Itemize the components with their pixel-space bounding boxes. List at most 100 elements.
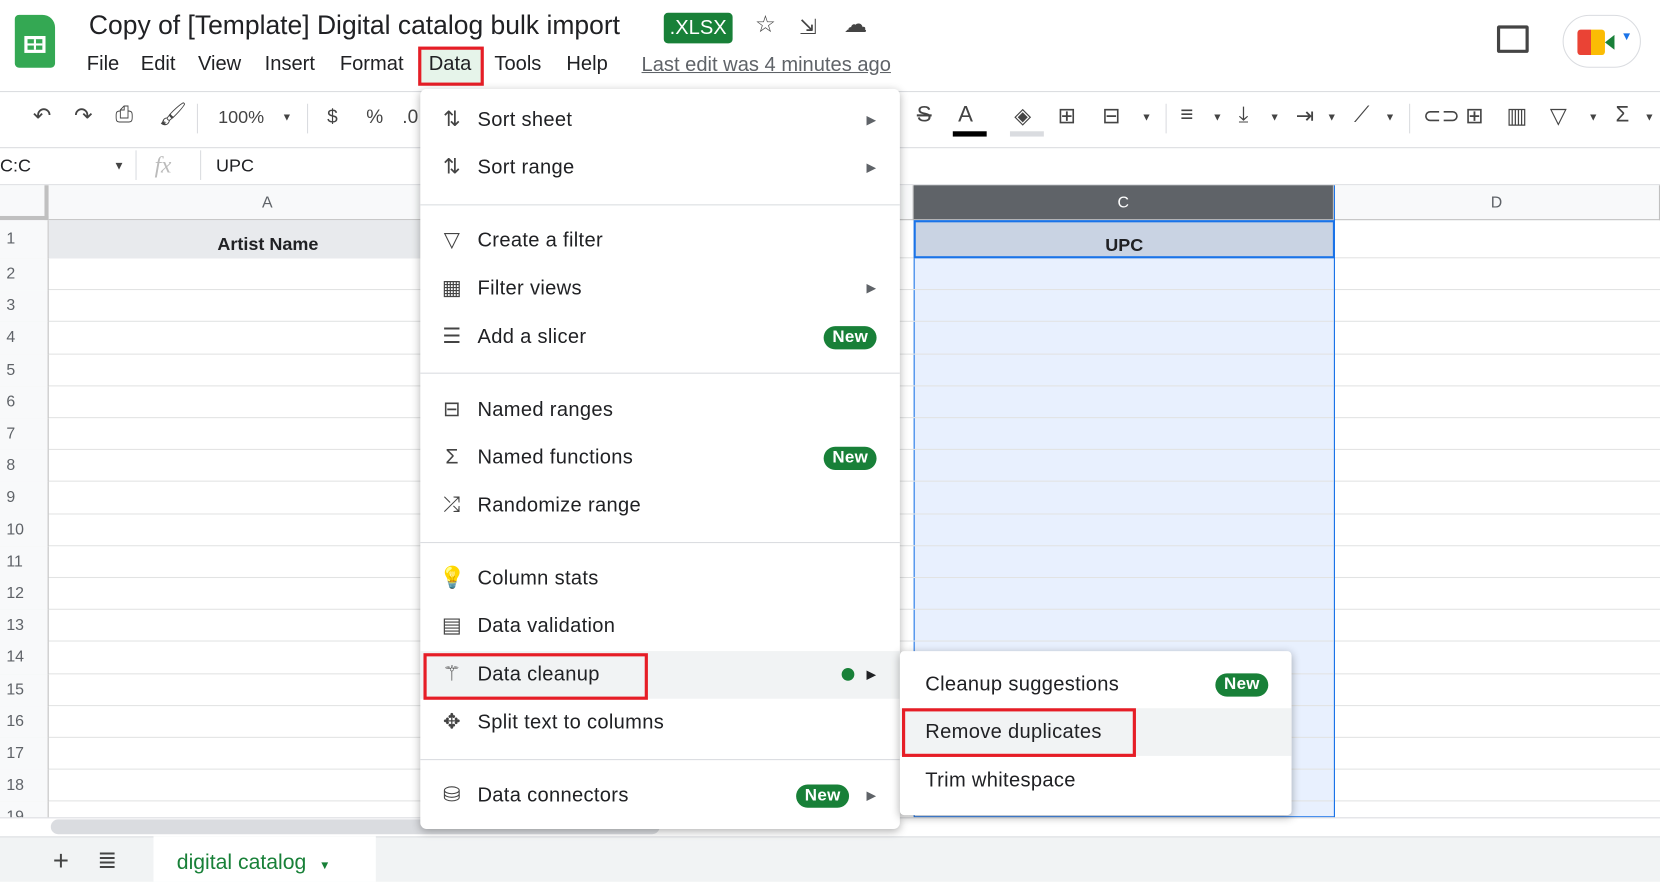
zoom-select[interactable]: 100%	[218, 107, 264, 128]
menu-data[interactable]: Data	[429, 53, 471, 76]
cell-c1[interactable]: UPC	[913, 220, 1335, 259]
submenu-item-cleanup-suggestions[interactable]: Cleanup suggestions New	[900, 661, 1292, 709]
row-header[interactable]: 8	[0, 450, 49, 483]
menu-file[interactable]: File	[87, 53, 119, 76]
text-color-swatch	[952, 131, 987, 137]
menu-item-sort-sheet[interactable]: ⇅ Sort sheet ▶	[420, 96, 900, 144]
formula-input[interactable]: UPC	[216, 156, 254, 177]
row-header[interactable]: 9	[0, 482, 49, 515]
meet-icon	[1577, 29, 1605, 56]
chevron-down-icon[interactable]: ▼	[282, 112, 292, 124]
add-sheet-icon[interactable]: +	[53, 845, 69, 878]
merge-cells-icon[interactable]: ⊟	[1102, 103, 1121, 129]
sheets-logo[interactable]	[14, 14, 56, 68]
percent-button[interactable]: %	[366, 106, 383, 128]
row-header[interactable]: 13	[0, 609, 49, 642]
column-header-c[interactable]: C	[913, 185, 1334, 221]
document-title[interactable]: Copy of [Template] Digital catalog bulk …	[89, 11, 620, 42]
new-badge: New	[823, 326, 877, 350]
menu-item-data-validation[interactable]: ▤ Data validation	[420, 602, 900, 650]
menu-format[interactable]: Format	[340, 53, 404, 76]
row-header[interactable]: 16	[0, 705, 49, 738]
borders-icon[interactable]: ⊞	[1058, 103, 1077, 129]
menu-tools[interactable]: Tools	[494, 53, 541, 76]
paint-format-icon[interactable]: 🖌	[159, 103, 187, 128]
text-wrap-icon[interactable]: ⇥	[1296, 103, 1315, 129]
all-sheets-icon[interactable]: ≣	[97, 847, 117, 875]
currency-button[interactable]: $	[327, 106, 338, 128]
menu-item-split-text-to-columns[interactable]: ✥ Split text to columns	[420, 699, 900, 747]
submenu-item-trim-whitespace[interactable]: Trim whitespace	[900, 757, 1292, 805]
redo-icon[interactable]: ↷	[74, 103, 93, 129]
move-folder-icon[interactable]: ⇲	[799, 14, 817, 40]
row-header[interactable]: 7	[0, 418, 49, 451]
text-rotation-icon[interactable]: ⟋	[1354, 103, 1370, 128]
row-header[interactable]: 15	[0, 673, 49, 706]
menu-item-label: Create a filter	[477, 229, 603, 252]
fill-color-icon[interactable]: ◈	[1014, 103, 1031, 129]
menu-item-named-ranges[interactable]: ⊟ Named ranges	[420, 386, 900, 434]
menu-item-filter-views[interactable]: ▦ Filter views ▶	[420, 265, 900, 313]
meet-button[interactable]: ▼	[1562, 14, 1641, 68]
data-menu: ⇅ Sort sheet ▶ ⇅ Sort range ▶ ▽ Create a filter…	[420, 88, 900, 829]
print-icon[interactable]: ⎙	[115, 103, 133, 128]
chevron-down-icon[interactable]: ▼	[1141, 112, 1151, 124]
menu-item-create-a-filter[interactable]: ▽ Create a filter	[420, 217, 900, 265]
menu-item-named-functions[interactable]: Σ Named functions New	[420, 434, 900, 482]
row-header[interactable]: 17	[0, 737, 49, 770]
menu-help[interactable]: Help	[566, 53, 607, 76]
link-icon[interactable]: ⊂⊃	[1423, 103, 1460, 129]
menu-view[interactable]: View	[198, 53, 241, 76]
vertical-align-icon[interactable]: ⤓	[1239, 103, 1249, 128]
row-header[interactable]: 12	[0, 578, 49, 610]
select-all-corner[interactable]	[0, 185, 49, 221]
horizontal-align-icon[interactable]: ≡	[1180, 103, 1193, 128]
decimal-button[interactable]: .0	[402, 106, 418, 128]
insert-comment-icon[interactable]: ⊞	[1465, 103, 1484, 129]
menu-item-label: Named ranges	[477, 399, 614, 422]
row-header[interactable]: 6	[0, 386, 49, 419]
menu-item-label: Sort range	[477, 156, 575, 179]
row-header[interactable]: 14	[0, 641, 49, 674]
row-header[interactable]: 18	[0, 769, 49, 802]
row-header[interactable]: 1	[0, 220, 49, 259]
menu-edit[interactable]: Edit	[141, 53, 176, 76]
sigma-icon: Σ	[445, 445, 459, 469]
row-header[interactable]: 3	[0, 290, 49, 323]
menu-item-data-connectors[interactable]: ⛁ Data connectors New ▶	[420, 772, 900, 820]
row-header[interactable]: 4	[0, 322, 49, 355]
chevron-down-icon[interactable]: ▼	[1385, 112, 1395, 124]
cloud-status-icon[interactable]: ☁	[844, 11, 867, 39]
chevron-down-icon[interactable]: ▼	[1588, 112, 1598, 124]
menu-item-randomize-range[interactable]: ⤮ Randomize range	[420, 482, 900, 530]
name-box[interactable]: C:C	[0, 156, 31, 177]
shuffle-icon: ⤮	[443, 493, 461, 517]
chevron-down-icon[interactable]: ▼	[319, 860, 331, 873]
divider	[307, 103, 309, 134]
text-color-icon[interactable]: A	[958, 103, 973, 128]
row-header[interactable]: 10	[0, 514, 49, 547]
chevron-down-icon[interactable]: ▼	[1212, 112, 1222, 124]
undo-icon[interactable]: ↶	[33, 103, 52, 129]
chevron-down-icon[interactable]: ▼	[1644, 112, 1654, 124]
comments-icon[interactable]	[1496, 25, 1529, 53]
row-header[interactable]: 2	[0, 258, 49, 291]
last-edit-link[interactable]: Last edit was 4 minutes ago	[642, 54, 891, 77]
sheet-tab-digital-catalog[interactable]: digital catalog ▼	[153, 836, 376, 882]
chevron-down-icon[interactable]: ▼	[1269, 112, 1279, 124]
chevron-down-icon[interactable]: ▼	[1327, 112, 1337, 124]
chart-icon[interactable]: ▥	[1506, 103, 1527, 129]
row-header[interactable]: 5	[0, 354, 49, 387]
strikethrough-icon[interactable]: S	[917, 103, 932, 128]
row-header[interactable]: 11	[0, 546, 49, 579]
menu-item-sort-range[interactable]: ⇅ Sort range ▶	[420, 144, 900, 192]
filter-icon[interactable]: ▽	[1550, 103, 1567, 129]
menu-item-add-a-slicer[interactable]: ☰ Add a slicer New	[420, 313, 900, 361]
menu-insert[interactable]: Insert	[265, 53, 315, 76]
functions-icon[interactable]: Σ	[1616, 103, 1630, 128]
star-icon[interactable]: ☆	[755, 11, 776, 39]
menu-item-column-stats[interactable]: 💡 Column stats	[420, 555, 900, 603]
sort-icon: ⇅	[443, 155, 462, 179]
column-header-d[interactable]: D	[1333, 185, 1660, 221]
chevron-down-icon[interactable]: ▼	[113, 160, 125, 173]
